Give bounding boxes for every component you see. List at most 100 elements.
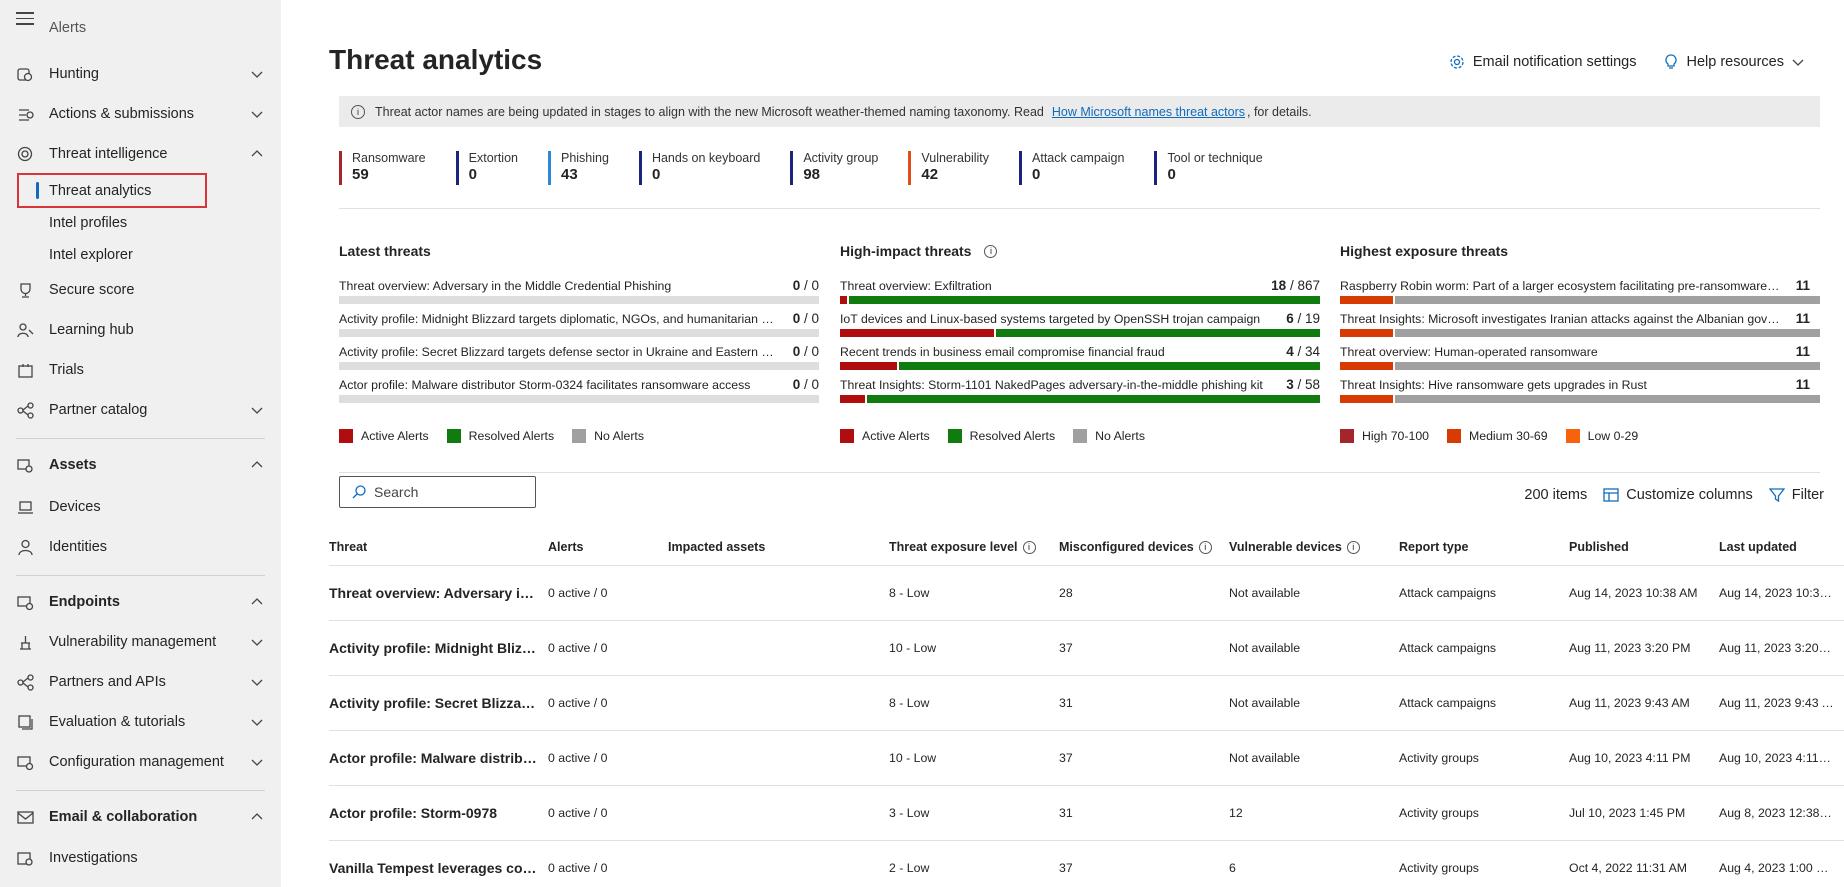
threat-row[interactable]: Activity profile: Secret Blizzard target…	[339, 341, 819, 374]
counter-item[interactable]: Activity group 98	[790, 151, 878, 185]
column-header[interactable]: Published	[1569, 529, 1719, 566]
threat-name[interactable]: Threat overview: Adversary in the Middle…	[339, 279, 779, 293]
sidebar-item-actions[interactable]: Actions & submissions	[0, 96, 281, 132]
counter-item[interactable]: Ransomware 59	[339, 151, 426, 185]
threat-name[interactable]: Threat overview: Human-operated ransomwa…	[1340, 345, 1780, 359]
threat-name[interactable]: Threat Insights: Hive ransomware gets up…	[1340, 378, 1780, 392]
sidebar-item-intel-profiles[interactable]: Intel profiles	[0, 205, 281, 241]
threat-row[interactable]: IoT devices and Linux-based systems targ…	[840, 308, 1320, 341]
chevron-up-icon[interactable]	[251, 596, 263, 608]
threat-link[interactable]: Threat overview: Adversary in the Middle…	[329, 565, 548, 621]
chevron-down-icon[interactable]	[251, 716, 263, 728]
sidebar-item-investigations[interactable]: Investigations	[0, 840, 281, 876]
threat-link[interactable]: Actor profile: Malware distributor Storm…	[329, 730, 548, 786]
column-header[interactable]: Alerts	[548, 529, 668, 566]
sidebar-item-evaluation[interactable]: Evaluation & tutorials	[0, 704, 281, 740]
chevron-down-icon[interactable]	[251, 68, 263, 80]
chevron-up-icon[interactable]	[251, 459, 263, 471]
sidebar-item-threat-analytics[interactable]: Threat analytics	[0, 173, 281, 209]
threat-row[interactable]: Threat overview: Adversary in the Middle…	[339, 275, 819, 308]
table-row[interactable]: Vanilla Tempest leverages commodity malw…	[329, 840, 1844, 887]
column-header[interactable]: Last updated	[1719, 529, 1844, 566]
customize-columns-button[interactable]: Customize columns	[1603, 487, 1753, 503]
info-icon[interactable]: i	[1346, 540, 1360, 554]
threat-link[interactable]: Activity profile: Secret Blizzard target…	[329, 675, 548, 731]
column-header[interactable]: Report type	[1399, 529, 1569, 566]
threat-row[interactable]: Threat Insights: Hive ransomware gets up…	[1340, 374, 1820, 407]
counter-item[interactable]: Attack campaign 0	[1019, 151, 1124, 185]
table-row[interactable]: Actor profile: Storm-0978 0 active / 0 3 -…	[329, 785, 1844, 841]
column-header[interactable]: Impacted assets	[668, 529, 889, 566]
sidebar-item-identities[interactable]: Identities	[0, 529, 281, 565]
threat-name[interactable]: Activity profile: Secret Blizzard target…	[339, 345, 779, 359]
sidebar-item-secure-score[interactable]: Secure score	[0, 272, 281, 308]
help-resources-button[interactable]: Help resources	[1664, 54, 1804, 70]
table-row[interactable]: Activity profile: Secret Blizzard target…	[329, 675, 1844, 731]
threat-link[interactable]: Activity profile: Midnight Blizzard targ…	[329, 620, 548, 676]
sidebar-item-devices[interactable]: Devices	[0, 489, 281, 525]
threat-row[interactable]: Threat Insights: Storm-1101 NakedPages a…	[840, 374, 1320, 407]
threat-link[interactable]: Actor profile: Storm-0978	[329, 785, 548, 841]
threat-name[interactable]: IoT devices and Linux-based systems targ…	[840, 312, 1280, 326]
sidebar-item-configuration[interactable]: Configuration management	[0, 744, 281, 780]
table-row[interactable]: Threat overview: Adversary in the Middle…	[329, 565, 1844, 621]
sidebar-item-hunting[interactable]: Hunting	[0, 56, 281, 92]
search-input[interactable]: Search	[339, 476, 536, 508]
threat-name[interactable]: Threat Insights: Microsoft investigates …	[1340, 312, 1780, 326]
sidebar-item-learning-hub[interactable]: Learning hub	[0, 312, 281, 348]
threat-row[interactable]: Threat overview: Human-operated ransomwa…	[1340, 341, 1820, 374]
counter-item[interactable]: Extortion 0	[455, 151, 518, 185]
threat-name[interactable]: Threat Insights: Storm-1101 NakedPages a…	[840, 378, 1280, 392]
info-icon[interactable]: i	[984, 244, 998, 258]
sidebar-section-assets[interactable]: Assets	[0, 447, 281, 483]
threat-row[interactable]: Threat Insights: Microsoft investigates …	[1340, 308, 1820, 341]
sidebar-item-partners-apis[interactable]: Partners and APIs	[0, 664, 281, 700]
sidebar-section-endpoints[interactable]: Endpoints	[0, 584, 281, 620]
chevron-down-icon[interactable]	[251, 756, 263, 768]
threat-row[interactable]: Activity profile: Midnight Blizzard targ…	[339, 308, 819, 341]
sidebar-item-partner-catalog[interactable]: Partner catalog	[0, 392, 281, 428]
counter-item[interactable]: Vulnerability 42	[908, 151, 989, 185]
column-header[interactable]: Threat exposure level i	[889, 529, 1059, 566]
threat-link[interactable]: Vanilla Tempest leverages commodity malw…	[329, 840, 548, 887]
column-header[interactable]: Threat	[329, 529, 548, 566]
chevron-down-icon[interactable]	[251, 676, 263, 688]
chevron-down-icon[interactable]	[251, 108, 263, 120]
threat-row[interactable]: Threat overview: Exfiltration 18 / 867	[840, 275, 1320, 308]
threat-row[interactable]: Actor profile: Malware distributor Storm…	[339, 374, 819, 407]
table-cell: 10 - Low	[889, 620, 1059, 676]
filter-icon	[1768, 488, 1785, 503]
counter-item[interactable]: Tool or technique 0	[1154, 151, 1263, 185]
info-icon[interactable]: i	[1022, 540, 1036, 554]
threat-row[interactable]: Raspberry Robin worm: Part of a larger e…	[1340, 275, 1820, 308]
sidebar-item-intel-explorer[interactable]: Intel explorer	[0, 237, 281, 273]
threat-name[interactable]: Raspberry Robin worm: Part of a larger e…	[1340, 279, 1780, 293]
info-icon[interactable]: i	[1198, 540, 1212, 554]
banner-link[interactable]: How Microsoft names threat actors	[1052, 105, 1245, 119]
chevron-up-icon[interactable]	[251, 148, 263, 160]
filter-button[interactable]: Filter	[1768, 487, 1824, 503]
sidebar-item-threat-intelligence[interactable]: Threat intelligence	[0, 136, 281, 172]
threat-row[interactable]: Recent trends in business email compromi…	[840, 341, 1320, 374]
sidebar-item-trials[interactable]: Trials	[0, 352, 281, 388]
threat-name[interactable]: Activity profile: Midnight Blizzard targ…	[339, 312, 779, 326]
chevron-down-icon[interactable]	[251, 404, 263, 416]
sidebar-item-vulnerability-management[interactable]: Vulnerability management	[0, 624, 281, 660]
table-row[interactable]: Activity profile: Midnight Blizzard targ…	[329, 620, 1844, 676]
sidebar-section-email[interactable]: Email & collaboration	[0, 799, 281, 835]
email-settings-button[interactable]: Email notification settings	[1449, 54, 1636, 70]
counter-item[interactable]: Phishing 43	[547, 151, 609, 185]
table-row[interactable]: Actor profile: Malware distributor Storm…	[329, 730, 1844, 786]
column-header[interactable]: Misconfigured devices i	[1059, 529, 1229, 566]
chevron-down-icon[interactable]	[251, 636, 263, 648]
counter-item[interactable]: Hands on keyboard 0	[638, 151, 760, 185]
chevron-up-icon[interactable]	[251, 811, 263, 823]
table-cell: Aug 11, 2023 9:43 AM	[1719, 675, 1844, 731]
column-header[interactable]: Vulnerable devices i	[1229, 529, 1399, 566]
sidebar-item-alerts[interactable]: Alerts	[0, 21, 281, 41]
threat-name[interactable]: Threat overview: Exfiltration	[840, 279, 1280, 293]
table-cell: 6	[1229, 840, 1399, 887]
threat-name[interactable]: Recent trends in business email compromi…	[840, 345, 1280, 359]
table-cell	[668, 730, 889, 786]
threat-name[interactable]: Actor profile: Malware distributor Storm…	[339, 378, 779, 392]
